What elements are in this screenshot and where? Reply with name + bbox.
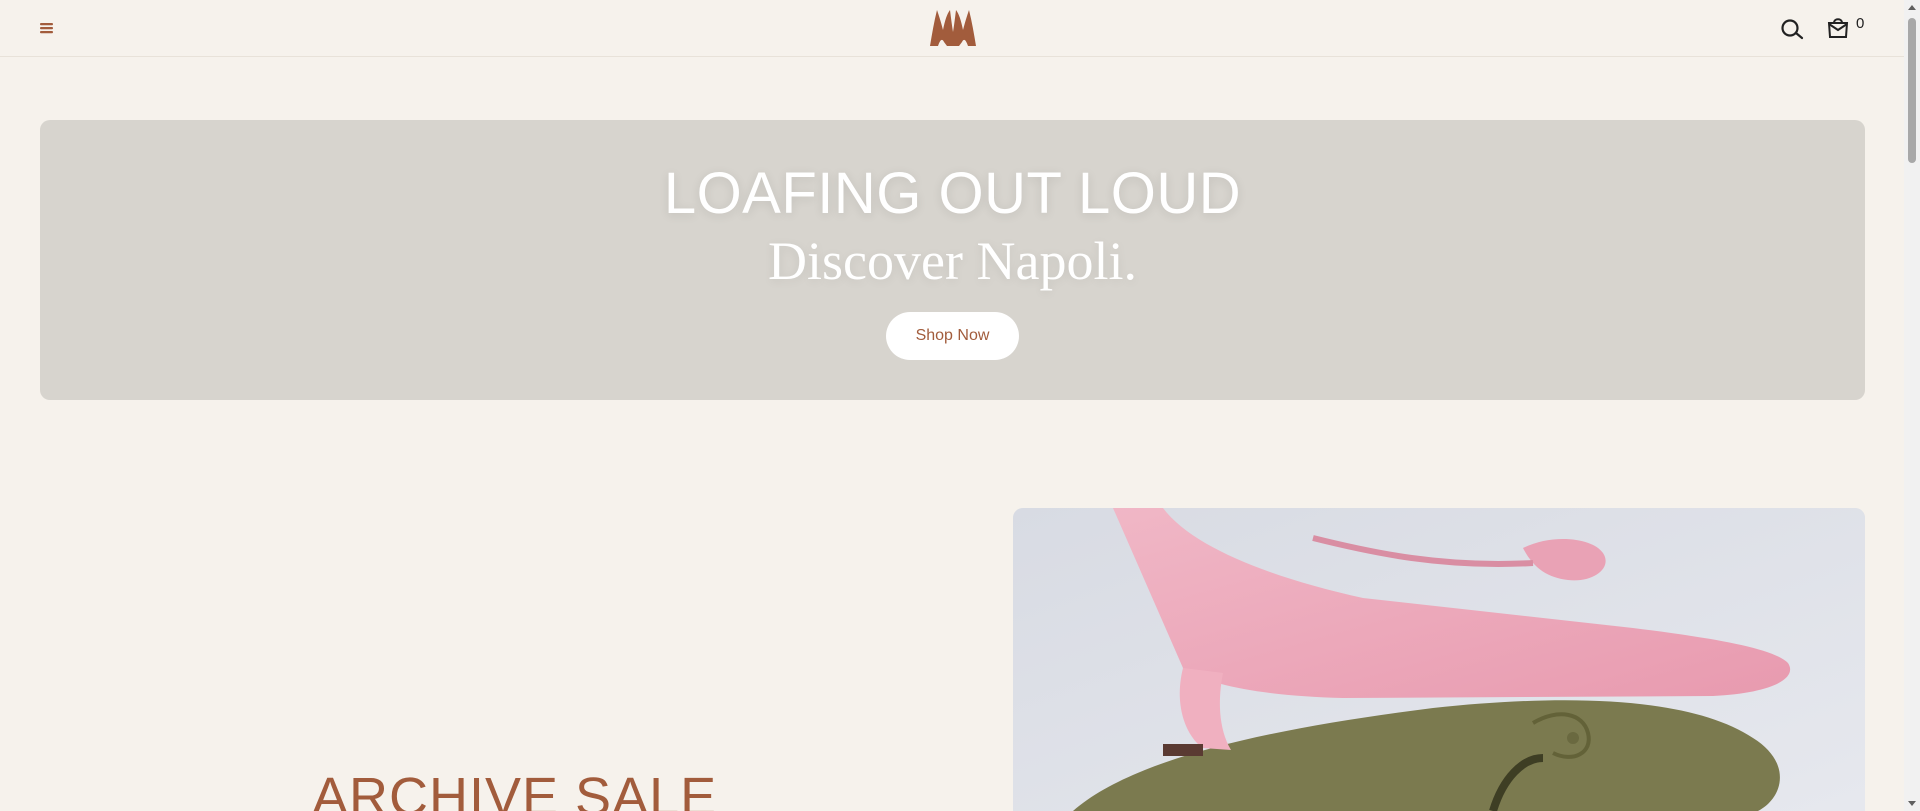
search-icon[interactable] [1780,17,1806,41]
site-header: 0 [0,0,1904,57]
hero-title: LOAFING OUT LOUD [663,161,1242,226]
hero-subtitle: Discover Napoli. [768,231,1137,291]
brand-logo-icon[interactable] [928,8,978,46]
page-scrollbar[interactable] [1904,0,1920,811]
shopping-bag-button[interactable]: 0 [1826,15,1870,41]
scroll-up-arrow-icon[interactable] [1907,3,1917,13]
scrollbar-thumb[interactable] [1908,18,1916,163]
scroll-down-arrow-icon[interactable] [1907,798,1917,808]
cart-count-badge: 0 [1856,15,1865,32]
product-image[interactable] [1013,508,1865,811]
hero-banner: LOAFING OUT LOUD Discover Napoli. Shop N… [40,120,1865,400]
shopping-bag-icon [1827,18,1849,38]
shop-now-button[interactable]: Shop Now [886,312,1019,360]
hamburger-menu-icon[interactable] [39,20,55,36]
archive-sale-heading: ARCHIVE SALE [312,767,718,811]
